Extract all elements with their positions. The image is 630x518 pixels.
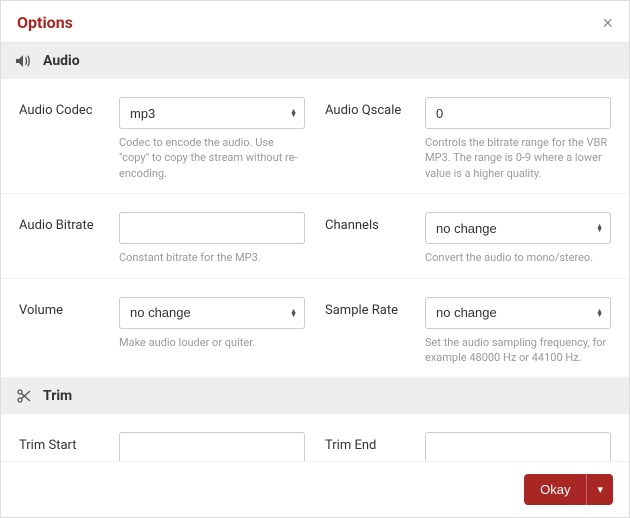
audio-codec-select[interactable]: mp3 <box>119 97 305 129</box>
scissors-icon <box>15 389 33 403</box>
sample-rate-value: no change <box>436 305 497 320</box>
label-audio-qscale: Audio Qscale <box>325 97 415 181</box>
audio-qscale-input[interactable] <box>425 97 611 129</box>
options-modal: Options × Audio Audio Codec mp3 Codec to <box>0 0 630 518</box>
form-row: Volume no change Make audio louder or qu… <box>1 279 629 379</box>
help-sample-rate: Set the audio sampling frequency, for ex… <box>425 335 611 366</box>
label-audio-codec: Audio Codec <box>19 97 109 181</box>
modal-content: Audio Audio Codec mp3 Codec to encode th… <box>1 43 629 461</box>
form-row: Audio Codec mp3 Codec to encode the audi… <box>1 79 629 194</box>
field-channels: Channels no change Convert the audio to … <box>325 212 611 265</box>
trim-start-input[interactable] <box>119 432 305 461</box>
field-audio-qscale: Audio Qscale Controls the bitrate range … <box>325 97 611 181</box>
help-volume: Make audio louder or quiter. <box>119 335 305 350</box>
form-row: Trim Start Trim start timestamp (HH:MM:S… <box>1 414 629 461</box>
channels-value: no change <box>436 221 497 236</box>
section-header-trim: Trim <box>1 378 629 414</box>
sample-rate-select[interactable]: no change <box>425 297 611 329</box>
field-audio-codec: Audio Codec mp3 Codec to encode the audi… <box>19 97 305 181</box>
label-sample-rate: Sample Rate <box>325 297 415 366</box>
audio-codec-value: mp3 <box>130 106 155 121</box>
okay-label: Okay <box>524 474 586 505</box>
label-channels: Channels <box>325 212 415 265</box>
field-audio-bitrate: Audio Bitrate Constant bitrate for the M… <box>19 212 305 265</box>
volume-select[interactable]: no change <box>119 297 305 329</box>
channels-select[interactable]: no change <box>425 212 611 244</box>
help-audio-qscale: Controls the bitrate range for the VBR M… <box>425 135 611 181</box>
close-icon: × <box>602 13 613 33</box>
modal-title: Options <box>17 13 73 32</box>
field-trim-start: Trim Start Trim start timestamp (HH:MM:S… <box>19 432 305 461</box>
help-audio-codec: Codec to encode the audio. Use "copy" to… <box>119 135 305 181</box>
label-audio-bitrate: Audio Bitrate <box>19 212 109 265</box>
field-volume: Volume no change Make audio louder or qu… <box>19 297 305 366</box>
audio-bitrate-input[interactable] <box>119 212 305 244</box>
modal-header: Options × <box>1 1 629 43</box>
close-button[interactable]: × <box>602 14 613 32</box>
help-audio-bitrate: Constant bitrate for the MP3. <box>119 250 305 265</box>
section-title-audio: Audio <box>43 53 80 69</box>
help-channels: Convert the audio to mono/stereo. <box>425 250 611 265</box>
chevron-down-icon[interactable] <box>586 474 613 505</box>
section-header-audio: Audio <box>1 43 629 79</box>
field-trim-end: Trim End Trim end timestamp (HH:MM:SS) <box>325 432 611 461</box>
volume-icon <box>15 54 33 68</box>
form-row: Audio Bitrate Constant bitrate for the M… <box>1 194 629 278</box>
label-volume: Volume <box>19 297 109 366</box>
modal-footer: Okay <box>1 461 629 517</box>
section-title-trim: Trim <box>43 388 72 404</box>
field-sample-rate: Sample Rate no change Set the audio samp… <box>325 297 611 366</box>
volume-value: no change <box>130 305 191 320</box>
trim-end-input[interactable] <box>425 432 611 461</box>
label-trim-start: Trim Start <box>19 432 109 461</box>
okay-button[interactable]: Okay <box>524 474 613 505</box>
label-trim-end: Trim End <box>325 432 415 461</box>
